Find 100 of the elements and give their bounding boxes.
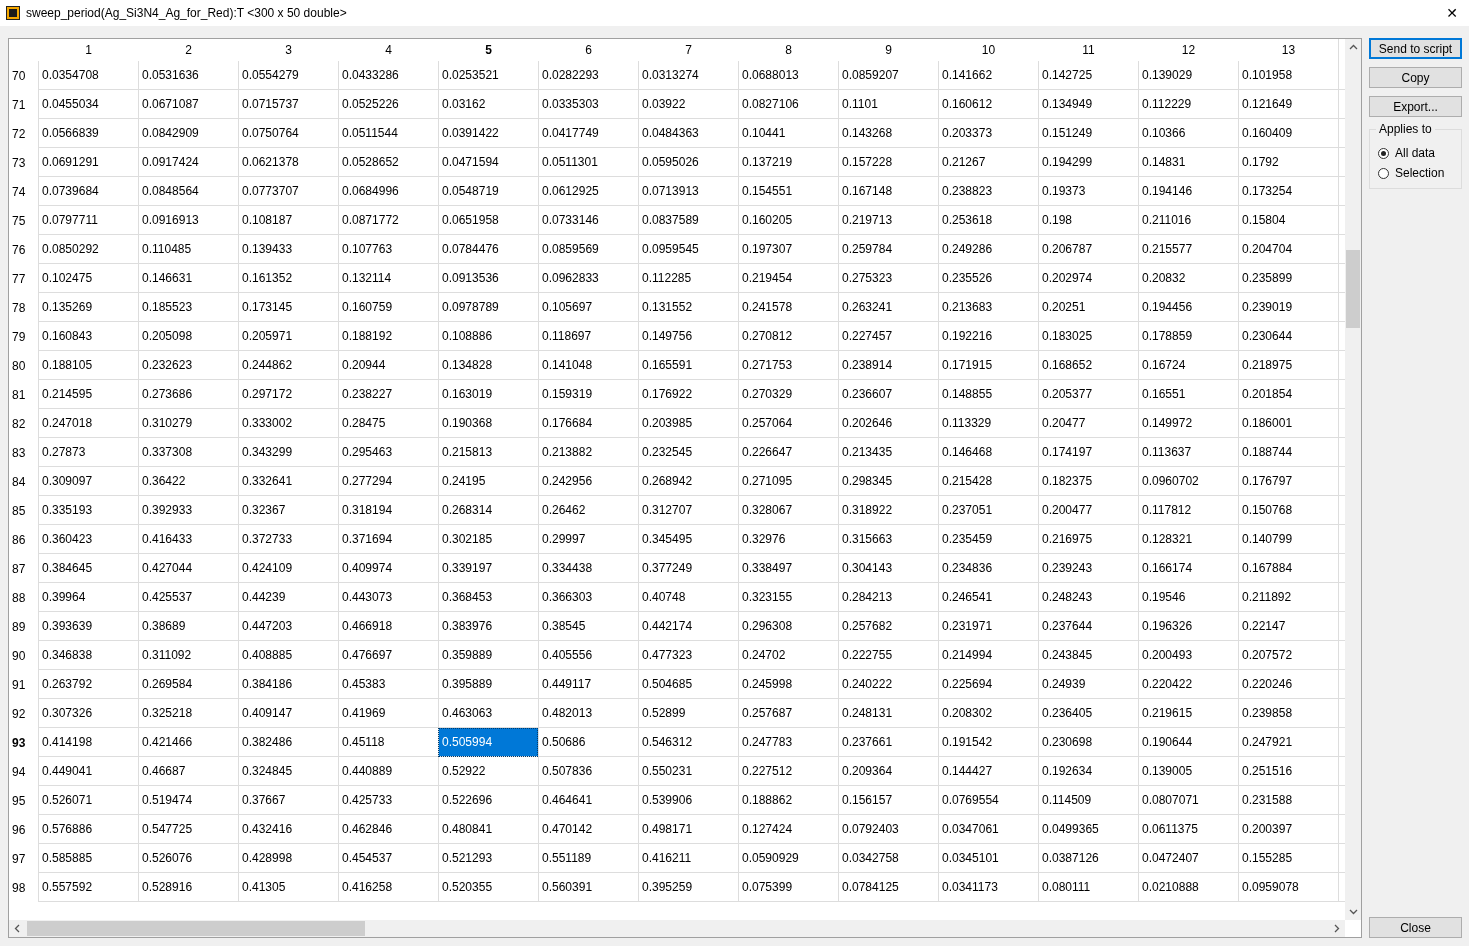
table-cell: 0.539906 [638, 786, 738, 815]
row-header[interactable]: 88 [9, 583, 38, 612]
row-header[interactable]: 91 [9, 670, 38, 699]
column-header[interactable]: 7 [638, 39, 738, 61]
table-cell: 0.247783 [738, 728, 838, 757]
row-header[interactable]: 84 [9, 467, 38, 496]
table-cell: 0.304143 [838, 554, 938, 583]
column-header[interactable]: 11 [1038, 39, 1138, 61]
table-cell: 0.215813 [438, 438, 538, 467]
row-header[interactable]: 97 [9, 844, 38, 873]
table-cell: 0.0850292 [38, 235, 138, 264]
table-cell: 0.241578 [738, 293, 838, 322]
row-header[interactable]: 75 [9, 206, 38, 235]
action-button[interactable]: Send to script [1369, 38, 1462, 59]
row-header[interactable]: 96 [9, 815, 38, 844]
table-cell: 0.168652 [1038, 351, 1138, 380]
column-header[interactable]: 4 [338, 39, 438, 61]
close-dialog-button[interactable]: Close [1369, 917, 1462, 938]
table-cell: 0.200477 [1038, 496, 1138, 525]
row-header[interactable]: 80 [9, 351, 38, 380]
table-cell: 0.0525226 [338, 90, 438, 119]
table-cell: 0.377249 [638, 554, 738, 583]
action-button[interactable]: Export... [1369, 96, 1462, 117]
column-header[interactable]: 8 [738, 39, 838, 61]
row-header[interactable]: 89 [9, 612, 38, 641]
table-cell: 0.207572 [1238, 641, 1338, 670]
column-header[interactable]: 5 [438, 39, 538, 61]
row-header[interactable]: 92 [9, 699, 38, 728]
scrollbar-thumb[interactable] [27, 921, 365, 936]
row-header[interactable]: 94 [9, 757, 38, 786]
table-cell: 0.332641 [238, 467, 338, 496]
table-cell: 0.239243 [1038, 554, 1138, 583]
table-cell: 0.0916913 [138, 206, 238, 235]
table-cell: 0.409974 [338, 554, 438, 583]
action-button[interactable]: Copy [1369, 67, 1462, 88]
row-header[interactable]: 78 [9, 293, 38, 322]
table-cell: 0.405556 [538, 641, 638, 670]
table-cell: 0.205971 [238, 322, 338, 351]
column-header[interactable]: 1 [38, 39, 138, 61]
table-cell: 0.0335303 [538, 90, 638, 119]
row-header[interactable]: 74 [9, 177, 38, 206]
horizontal-scrollbar[interactable] [9, 920, 1345, 937]
close-button[interactable]: ✕ [1437, 1, 1467, 25]
row-header[interactable]: 86 [9, 525, 38, 554]
column-header[interactable]: 3 [238, 39, 338, 61]
vertical-scrollbar[interactable] [1345, 39, 1361, 920]
row-header[interactable]: 79 [9, 322, 38, 351]
table-cell: 0.273686 [138, 380, 238, 409]
column-header[interactable]: 12 [1138, 39, 1238, 61]
radio-button[interactable] [1378, 167, 1389, 179]
table-cell: 0.140799 [1238, 525, 1338, 554]
column-header[interactable]: 6 [538, 39, 638, 61]
row-header[interactable]: 71 [9, 90, 38, 119]
row-header[interactable]: 93 [9, 728, 38, 757]
row-header[interactable]: 77 [9, 264, 38, 293]
column-header[interactable]: 9 [838, 39, 938, 61]
table-cell: 0.160409 [1238, 119, 1338, 148]
column-header[interactable]: 13 [1238, 39, 1338, 61]
radio-option[interactable]: Selection [1378, 166, 1455, 180]
table-cell: 0.309097 [38, 467, 138, 496]
row-header[interactable]: 98 [9, 873, 38, 902]
table-cell: 0.50686 [538, 728, 638, 757]
table-cell: 0.149756 [638, 322, 738, 351]
row-header[interactable]: 73 [9, 148, 38, 177]
table-cell: 0.141662 [938, 61, 1038, 90]
scrollbar-thumb[interactable] [1346, 250, 1360, 328]
table-cell: 0.560391 [538, 873, 638, 902]
table-cell: 0.134949 [1038, 90, 1138, 119]
table-cell: 0.275323 [838, 264, 938, 293]
table-cell: 0.337308 [138, 438, 238, 467]
row-header[interactable]: 81 [9, 380, 38, 409]
row-header[interactable]: 70 [9, 61, 38, 90]
table-cell: 0.0611375 [1138, 815, 1238, 844]
table-cell: 0.414198 [38, 728, 138, 757]
row-header[interactable]: 83 [9, 438, 38, 467]
table-cell: 0.176922 [638, 380, 738, 409]
table-cell: 0.203373 [938, 119, 1038, 148]
row-header[interactable]: 72 [9, 119, 38, 148]
table-cell: 0.323155 [738, 583, 838, 612]
table-cell: 0.0511301 [538, 148, 638, 177]
row-header[interactable]: 87 [9, 554, 38, 583]
table-cell: 0.257064 [738, 409, 838, 438]
table-cell: 0.21267 [938, 148, 1038, 177]
radio-option[interactable]: All data [1378, 146, 1455, 160]
table-cell: 0.339197 [438, 554, 538, 583]
radio-button[interactable] [1378, 147, 1389, 159]
table-cell: 0.328067 [738, 496, 838, 525]
table-cell: 0.243845 [1038, 641, 1138, 670]
table-cell: 0.284213 [838, 583, 938, 612]
row-header[interactable]: 85 [9, 496, 38, 525]
row-header[interactable]: 82 [9, 409, 38, 438]
table-cell: 0.249286 [938, 235, 1038, 264]
table-cell: 0.0691291 [38, 148, 138, 177]
row-header[interactable]: 76 [9, 235, 38, 264]
column-header[interactable]: 2 [138, 39, 238, 61]
table-cell: 0.0345101 [938, 844, 1038, 873]
table-cell: 0.202646 [838, 409, 938, 438]
row-header[interactable]: 90 [9, 641, 38, 670]
column-header[interactable]: 10 [938, 39, 1038, 61]
row-header[interactable]: 95 [9, 786, 38, 815]
